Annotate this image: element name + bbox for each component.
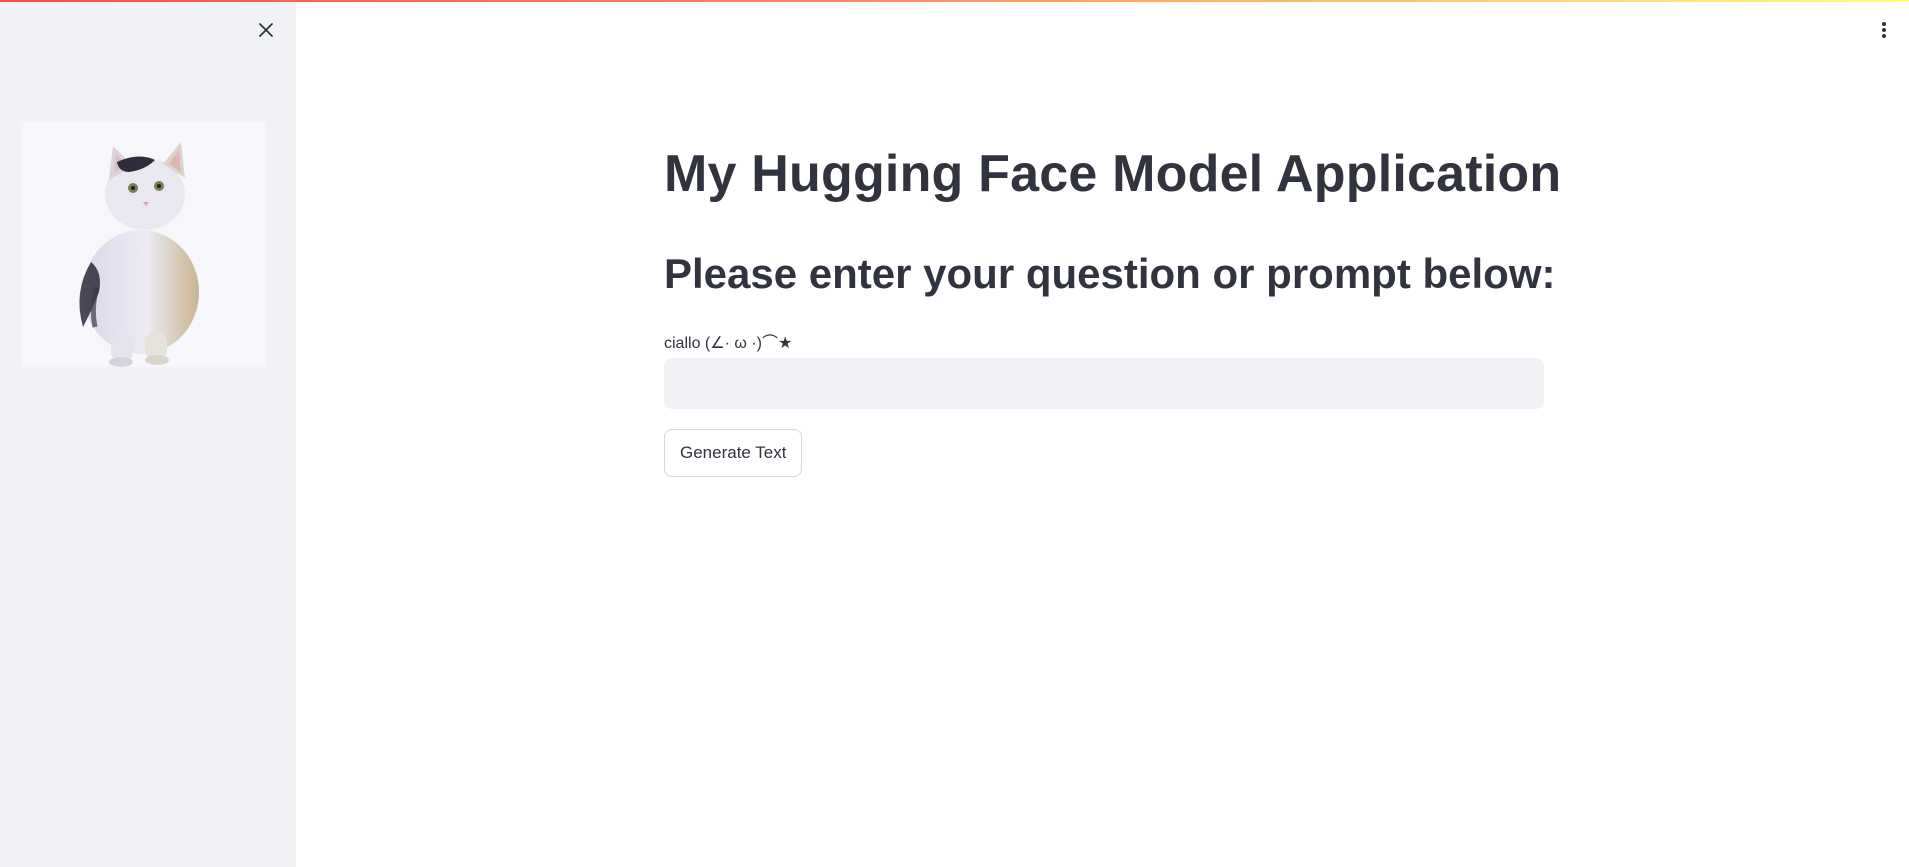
sidebar-image <box>21 122 266 367</box>
generate-text-button[interactable]: Generate Text <box>664 429 803 477</box>
main-menu-button[interactable] <box>1870 16 1898 44</box>
page-subtitle: Please enter your question or prompt bel… <box>664 250 1556 297</box>
cat-photo-icon <box>79 142 199 367</box>
close-icon <box>259 23 273 37</box>
page-title: My Hugging Face Model Application <box>664 145 1562 203</box>
sidebar <box>0 0 296 867</box>
top-decoration-bar <box>0 0 1909 2</box>
close-sidebar-button[interactable] <box>254 18 278 42</box>
prompt-input-label: ciallo (∠· ω ·)⌒★ <box>664 335 793 352</box>
app-window: My Hugging Face Model Application Please… <box>0 0 1909 867</box>
vertical-dots-icon <box>1882 22 1886 38</box>
prompt-input[interactable] <box>664 358 1544 409</box>
